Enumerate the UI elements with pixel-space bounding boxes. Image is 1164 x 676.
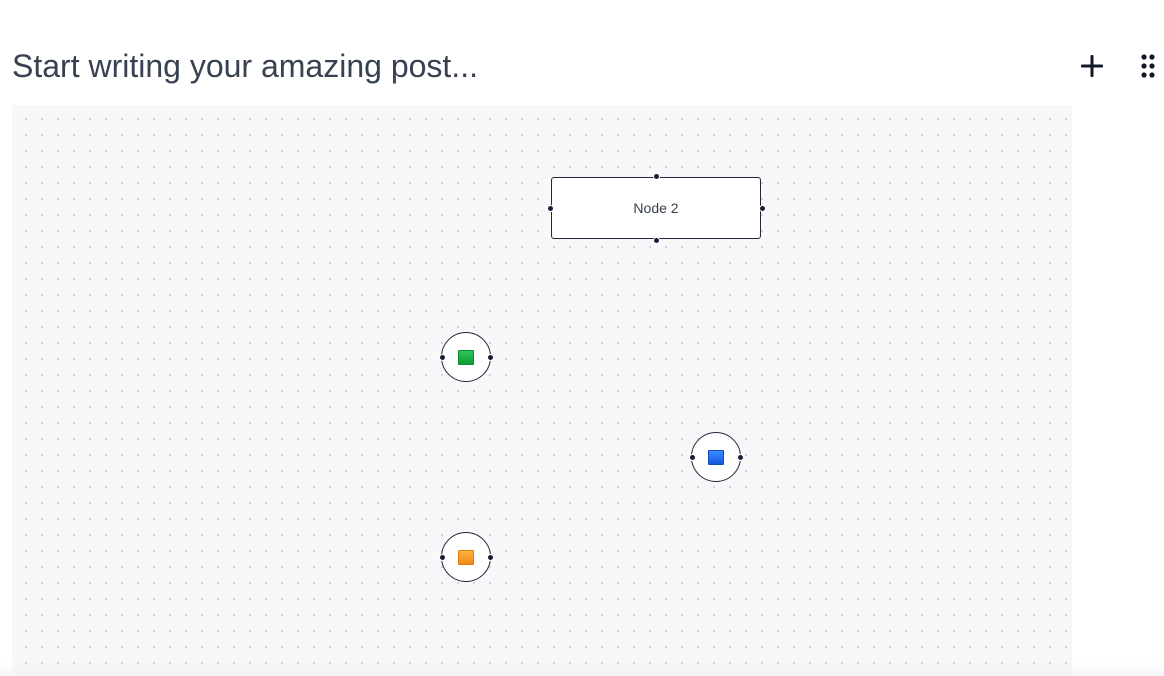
plus-icon	[1081, 55, 1103, 77]
node-handle-bottom[interactable]	[653, 237, 660, 244]
add-block-button[interactable]	[1074, 48, 1110, 84]
flow-circle-node-blue[interactable]	[691, 432, 741, 482]
node-handle-right[interactable]	[487, 554, 494, 561]
node-handle-top[interactable]	[653, 173, 660, 180]
orange-square-icon	[458, 549, 474, 565]
blue-square-icon	[708, 449, 724, 465]
editor-page: Start writing your amazing post... Node …	[0, 0, 1164, 676]
drag-handle-icon	[1141, 54, 1155, 78]
drag-handle-button[interactable]	[1130, 48, 1164, 84]
flow-canvas[interactable]: Node 2	[12, 105, 1072, 676]
flow-node-2[interactable]: Node 2	[551, 177, 761, 239]
node-handle-right[interactable]	[737, 454, 744, 461]
flow-circle-node-green[interactable]	[441, 332, 491, 382]
node-handle-right[interactable]	[487, 354, 494, 361]
node-handle-right[interactable]	[759, 205, 766, 212]
post-title-placeholder[interactable]: Start writing your amazing post...	[12, 46, 478, 86]
node-handle-left[interactable]	[439, 554, 446, 561]
node-label: Node 2	[633, 200, 679, 216]
node-handle-left[interactable]	[689, 454, 696, 461]
node-handle-left[interactable]	[547, 205, 554, 212]
flow-circle-node-orange[interactable]	[441, 532, 491, 582]
node-handle-left[interactable]	[439, 354, 446, 361]
green-square-icon	[458, 349, 474, 365]
